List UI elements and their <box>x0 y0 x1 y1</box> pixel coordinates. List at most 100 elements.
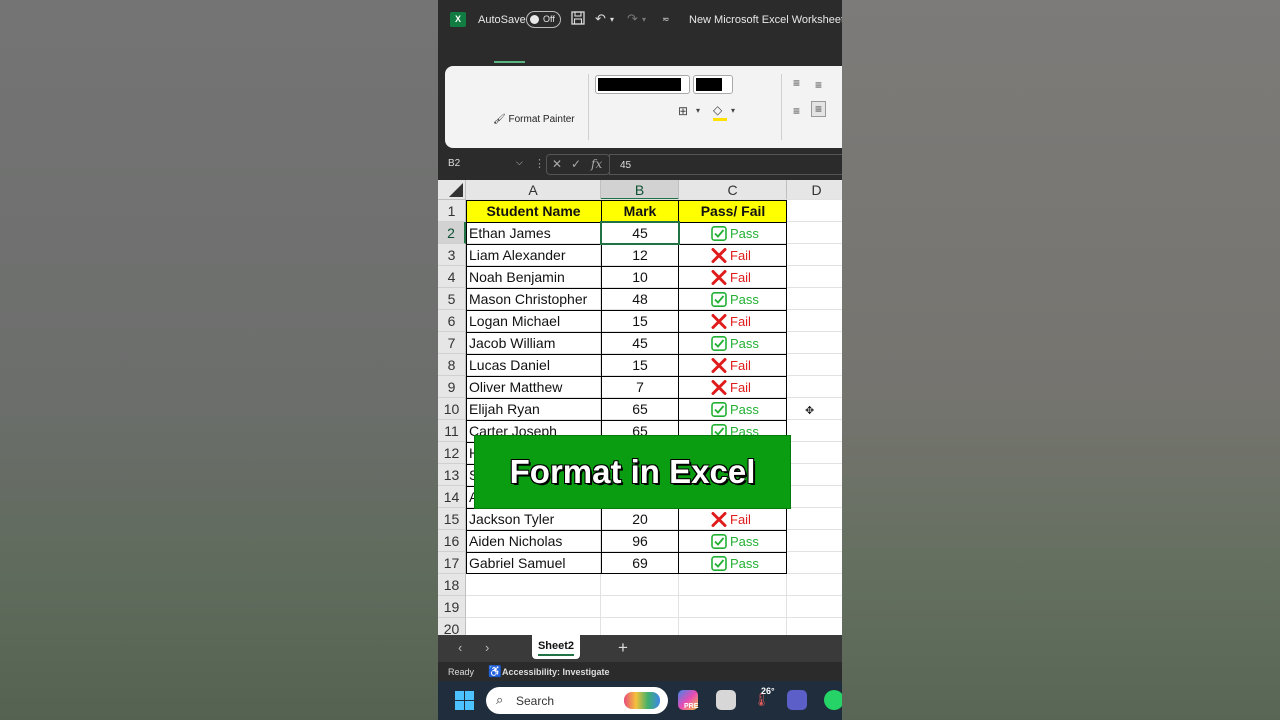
redo-icon[interactable]: ↷ <box>627 11 638 27</box>
result-cell[interactable]: Fail <box>679 354 787 376</box>
mark-cell[interactable]: 48 <box>601 288 679 310</box>
select-all-button[interactable] <box>438 180 466 200</box>
autosave-toggle[interactable]: Off <box>526 11 561 28</box>
align-middle-icon[interactable]: ≡ <box>815 78 822 92</box>
add-sheet-button[interactable]: + <box>618 638 628 658</box>
student-name-cell[interactable]: Gabriel Samuel <box>466 552 601 574</box>
mark-cell[interactable]: 69 <box>601 552 679 574</box>
column-header-b[interactable]: B <box>601 180 679 200</box>
accessibility-status[interactable]: Accessibility: Investigate <box>502 667 610 677</box>
result-cell[interactable]: Pass <box>679 552 787 574</box>
cancel-icon[interactable]: ✕ <box>552 157 562 171</box>
mark-cell[interactable]: 45 <box>601 332 679 354</box>
student-name-cell[interactable]: Noah Benjamin <box>466 266 601 288</box>
mark-cell[interactable]: 12 <box>601 244 679 266</box>
header-cell[interactable]: Pass/ Fail <box>679 200 787 222</box>
result-cell[interactable]: Pass <box>679 530 787 552</box>
fill-color-icon[interactable]: ◇ <box>713 103 722 117</box>
student-name-cell[interactable]: Lucas Daniel <box>466 354 601 376</box>
student-name-cell[interactable]: Ethan James <box>466 222 601 244</box>
student-name-cell[interactable]: Mason Christopher <box>466 288 601 310</box>
sheet-tab-sheet2[interactable]: Sheet2 <box>532 635 580 659</box>
row-header-16[interactable]: 16 <box>438 530 466 552</box>
font-size-box[interactable] <box>693 75 733 94</box>
row-header-5[interactable]: 5 <box>438 288 466 310</box>
column-header-d[interactable]: D <box>787 180 842 200</box>
font-name-box[interactable] <box>595 75 690 94</box>
mark-cell[interactable]: 20 <box>601 508 679 530</box>
worksheet-grid[interactable]: A B C D 1 2 3 4 5 6 7 8 9 10 11 12 13 14 15 16 17 18 19 20 Stude… <box>438 180 842 640</box>
row-header-8[interactable]: 8 <box>438 354 466 376</box>
row-header-9[interactable]: 9 <box>438 376 466 398</box>
row-header-10[interactable]: 10 <box>438 398 466 420</box>
row-header-6[interactable]: 6 <box>438 310 466 332</box>
row-header-12[interactable]: 12 <box>438 442 466 464</box>
result-cell[interactable]: Pass <box>679 288 787 310</box>
copilot-icon[interactable]: PRE <box>678 690 698 710</box>
name-box-dropdown-icon[interactable]: ⌵ <box>516 157 523 168</box>
row-header-1[interactable]: 1 <box>438 200 466 222</box>
student-name-cell[interactable]: Oliver Matthew <box>466 376 601 398</box>
redo-dropdown-icon[interactable]: ▾ <box>642 15 646 24</box>
enter-icon[interactable]: ✓ <box>571 157 581 171</box>
align-left-icon[interactable]: ≡ <box>793 104 800 118</box>
align-top-icon[interactable]: ≡ <box>793 76 800 90</box>
row-header-11[interactable]: 11 <box>438 420 466 442</box>
row-header-18[interactable]: 18 <box>438 574 466 596</box>
save-icon[interactable] <box>571 11 585 28</box>
mark-cell[interactable]: 10 <box>601 266 679 288</box>
previous-sheet-icon[interactable]: ‹ <box>458 640 462 655</box>
format-painter-button[interactable]: 🖌 Format Painter <box>493 114 575 125</box>
student-name-cell[interactable]: Logan Michael <box>466 310 601 332</box>
result-cell[interactable]: Pass <box>679 398 787 420</box>
row-header-19[interactable]: 19 <box>438 596 466 618</box>
result-cell[interactable]: Pass <box>679 332 787 354</box>
header-cell[interactable]: Mark <box>601 200 679 222</box>
mark-cell[interactable]: 7 <box>601 376 679 398</box>
student-name-cell[interactable]: Elijah Ryan <box>466 398 601 420</box>
row-header-17[interactable]: 17 <box>438 552 466 574</box>
row-header-14[interactable]: 14 <box>438 486 466 508</box>
file-explorer-icon[interactable] <box>716 690 736 710</box>
result-cell[interactable]: Fail <box>679 508 787 530</box>
header-cell[interactable]: Student Name <box>466 200 601 222</box>
whatsapp-icon[interactable] <box>824 690 842 710</box>
column-header-a[interactable]: A <box>466 180 601 200</box>
row-header-2[interactable]: 2 <box>438 222 466 244</box>
windows-start-icon[interactable] <box>455 691 474 710</box>
weather-icon[interactable]: 🌡 26° <box>751 686 775 710</box>
student-name-cell[interactable]: Aiden Nicholas <box>466 530 601 552</box>
undo-dropdown-icon[interactable]: ▾ <box>610 15 614 24</box>
mark-cell[interactable]: 15 <box>601 310 679 332</box>
column-header-c[interactable]: C <box>679 180 787 200</box>
row-header-7[interactable]: 7 <box>438 332 466 354</box>
mark-cell[interactable]: 96 <box>601 530 679 552</box>
insert-function-icon[interactable]: fx <box>591 157 602 171</box>
align-center-icon[interactable]: ≡ <box>811 101 827 117</box>
borders-dropdown-icon[interactable]: ▾ <box>696 106 700 115</box>
result-cell[interactable]: Fail <box>679 266 787 288</box>
undo-icon[interactable]: ↶ <box>595 11 606 27</box>
formula-input[interactable]: 45 <box>609 154 842 175</box>
result-cell[interactable]: Fail <box>679 244 787 266</box>
result-cell[interactable]: Fail <box>679 376 787 398</box>
borders-icon[interactable]: ⊞ <box>678 104 688 118</box>
result-cell[interactable]: Pass <box>679 222 787 244</box>
name-box[interactable]: B2 <box>448 158 460 169</box>
customize-toolbar-icon[interactable]: ≂ <box>662 14 670 25</box>
mark-cell[interactable]: 15 <box>601 354 679 376</box>
result-cell[interactable]: Fail <box>679 310 787 332</box>
row-header-4[interactable]: 4 <box>438 266 466 288</box>
teams-icon[interactable] <box>787 690 807 710</box>
student-name-cell[interactable]: Liam Alexander <box>466 244 601 266</box>
row-header-13[interactable]: 13 <box>438 464 466 486</box>
taskbar-search[interactable]: ⌕ Search <box>486 687 668 714</box>
student-name-cell[interactable]: Jackson Tyler <box>466 508 601 530</box>
next-sheet-icon[interactable]: › <box>485 640 489 655</box>
row-header-3[interactable]: 3 <box>438 244 466 266</box>
cross-icon <box>711 380 727 395</box>
student-name-cell[interactable]: Jacob William <box>466 332 601 354</box>
fill-color-dropdown-icon[interactable]: ▾ <box>731 106 735 115</box>
row-header-15[interactable]: 15 <box>438 508 466 530</box>
mark-cell[interactable]: 65 <box>601 398 679 420</box>
